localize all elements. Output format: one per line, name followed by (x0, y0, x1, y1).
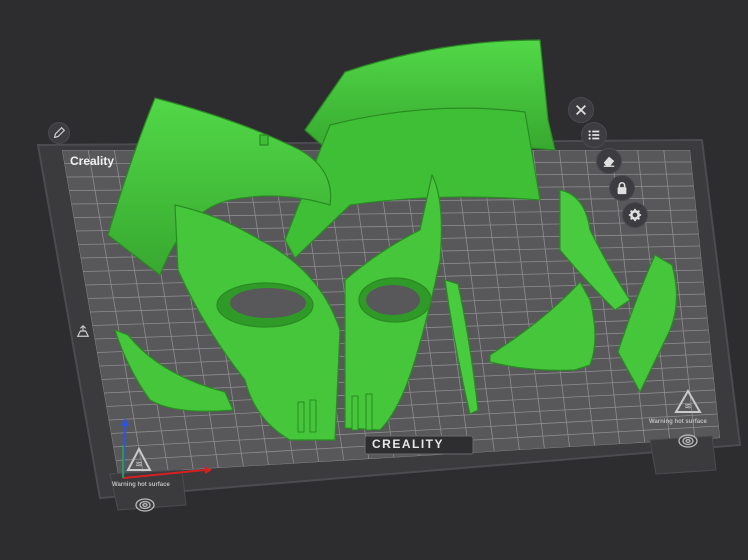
lock-button[interactable] (609, 175, 635, 201)
pencil-icon (53, 126, 66, 139)
svg-text:≋: ≋ (684, 402, 692, 412)
bed-brand-plaque: CREALITY (372, 437, 444, 451)
eraser-icon (603, 156, 615, 167)
object-list-button[interactable] (581, 122, 607, 148)
svg-text:≋: ≋ (135, 460, 143, 470)
bed-brand-label: Creality (70, 154, 115, 168)
warning-text-left: Warning hot surface (112, 482, 170, 488)
lock-icon (617, 182, 627, 195)
settings-button[interactable] (622, 202, 648, 228)
home-view-button[interactable] (74, 322, 92, 340)
gear-icon (628, 208, 642, 222)
close-icon (576, 105, 586, 115)
home-view-icon (76, 324, 90, 337)
clear-button[interactable] (596, 148, 622, 174)
list-icon (588, 130, 600, 140)
delete-button[interactable] (568, 97, 594, 123)
warning-text-right: Warning hot surface (649, 419, 707, 425)
3d-viewport[interactable]: ≋ ≋ (0, 0, 748, 560)
edit-tool-button[interactable] (48, 122, 70, 144)
